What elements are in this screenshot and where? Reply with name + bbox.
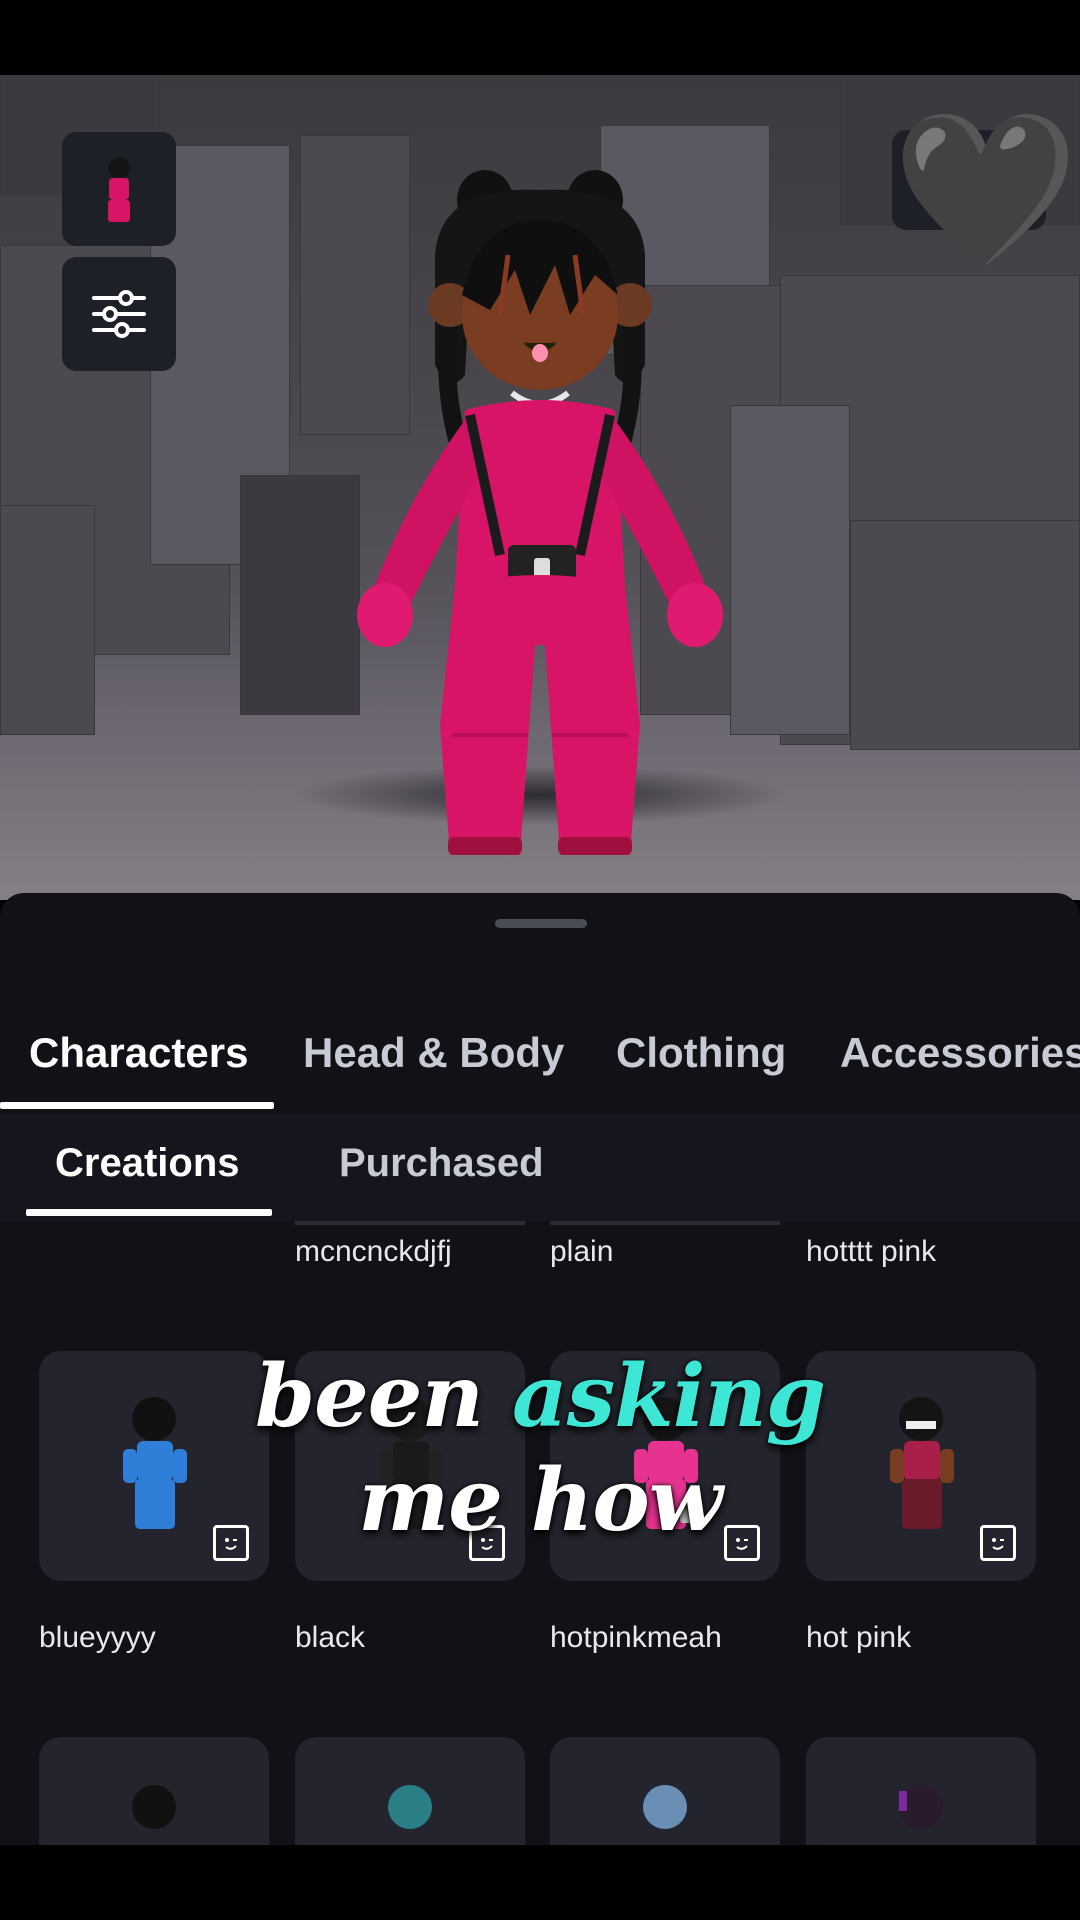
tab-head-body[interactable]: Head & Body bbox=[303, 1003, 564, 1103]
caption-line-1: been asking bbox=[0, 1345, 1080, 1449]
character-name: mcncnckdjfj bbox=[295, 1235, 452, 1268]
sliders-icon bbox=[92, 290, 146, 338]
character-thumbnail bbox=[132, 1785, 176, 1829]
caption-accent-word: asking bbox=[511, 1346, 826, 1447]
black-heart-icon[interactable]: 🖤 bbox=[892, 115, 1079, 265]
subcategory-tabs: Creations Purchased bbox=[0, 1113, 1080, 1221]
filter-button[interactable] bbox=[62, 257, 176, 371]
character-name: blueyyyy bbox=[39, 1621, 156, 1654]
active-subtab-indicator bbox=[26, 1209, 272, 1216]
character-name: hotttt pink bbox=[806, 1235, 937, 1268]
backdrop-block bbox=[730, 405, 850, 735]
status-bar-area bbox=[0, 0, 1080, 75]
tab-characters[interactable]: Characters bbox=[29, 1003, 248, 1103]
caption-line-2: me how bbox=[358, 1450, 723, 1551]
tab-accessories[interactable]: Accessories bbox=[840, 1003, 1080, 1103]
video-caption-overlay: been asking me how bbox=[0, 1345, 1080, 1553]
character-card[interactable] bbox=[295, 1737, 525, 1845]
backdrop-block bbox=[540, 75, 840, 85]
avatar-thumbnail-button[interactable] bbox=[62, 132, 176, 246]
category-tabs: Characters Head & Body Clothing Accessor… bbox=[0, 1003, 1080, 1103]
character-card-partial[interactable] bbox=[295, 1221, 525, 1225]
character-name: hotpinkmeah bbox=[550, 1621, 722, 1654]
character-card[interactable] bbox=[806, 1737, 1036, 1845]
caption-word: been bbox=[254, 1346, 484, 1447]
character-thumbnail bbox=[899, 1785, 943, 1829]
character-card[interactable] bbox=[39, 1737, 269, 1845]
character-name: black bbox=[295, 1621, 366, 1654]
character-name: hot pink bbox=[806, 1621, 912, 1654]
navigation-bar-area bbox=[0, 1845, 1080, 1920]
character-thumbnail bbox=[388, 1785, 432, 1829]
avatar-character bbox=[357, 170, 723, 855]
character-card[interactable] bbox=[550, 1737, 780, 1845]
character-card-partial[interactable] bbox=[550, 1221, 780, 1225]
sheet-drag-handle[interactable] bbox=[495, 919, 587, 928]
tab-clothing[interactable]: Clothing bbox=[616, 1003, 786, 1103]
tab-creations[interactable]: Creations bbox=[55, 1113, 240, 1213]
character-name: plain bbox=[550, 1235, 614, 1268]
backdrop-block bbox=[850, 520, 1080, 750]
tab-purchased[interactable]: Purchased bbox=[339, 1113, 544, 1213]
active-tab-indicator bbox=[0, 1102, 274, 1109]
backdrop-block bbox=[0, 505, 95, 735]
character-thumbnail bbox=[643, 1785, 687, 1829]
avatar-thumbnail-icon bbox=[108, 157, 130, 222]
